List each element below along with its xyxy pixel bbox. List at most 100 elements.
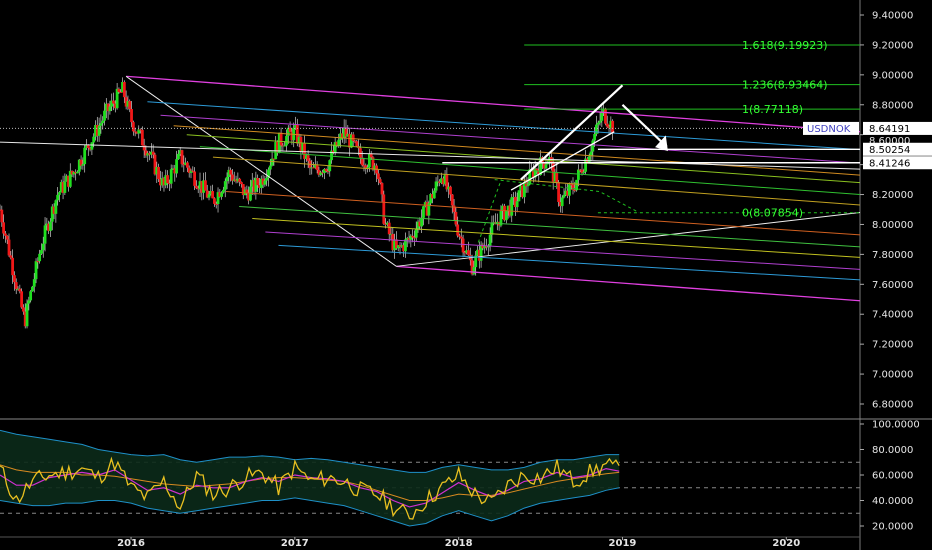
candle-body [326,171,330,173]
candle-body [229,169,233,175]
price-tick-label: 7.20000 [872,340,913,351]
candle-body [207,194,211,198]
x-tick-label: 2018 [445,538,473,549]
candle-body [83,147,87,165]
candle-body [377,173,380,180]
candle-body [81,164,85,166]
price-tick-label: 6.80000 [872,400,913,411]
candle-body [315,165,319,170]
candle-body [358,148,362,158]
osc-tick-label: 100.0000 [872,420,920,431]
fib-connector [494,179,640,213]
fib-level-label: 1(8.77118) [742,103,803,116]
candle-body [157,166,160,180]
candle-body [34,261,38,280]
candle-body [591,140,595,152]
candle-body [458,235,461,237]
candle-body [555,172,559,183]
price-tick-label: 7.40000 [872,310,913,321]
osc-tick-label: 80.0000 [872,445,913,456]
candle-body [18,288,22,292]
candle-body [256,177,260,186]
candle-body [268,165,272,170]
candle-body [387,222,391,235]
candle-body [41,243,45,251]
candle-body [265,178,269,181]
candle-body [324,168,328,172]
candle-body [2,222,6,234]
price-tick-label: 8.00000 [872,220,913,231]
candle-body [380,183,384,195]
candle-body [220,192,224,197]
candle-body [449,186,452,195]
pitchfork-lower-line [396,265,861,302]
candle-body [238,178,242,183]
candle-body [97,125,101,136]
candle-body [63,181,67,193]
candle-body [211,191,215,199]
candle-body [434,181,438,191]
candle-body [562,194,566,198]
candle-body [306,155,310,161]
candle-body [225,177,229,182]
candle-body [240,182,243,185]
candle-body [213,198,216,204]
candle-body [605,123,609,127]
candle-body [7,239,11,256]
candle-body [180,150,184,165]
candle-body [0,209,4,223]
candle-body [185,162,189,168]
candle-body [355,141,359,147]
candle-body [117,88,121,93]
channel-line [160,114,861,164]
candle-body [283,145,287,147]
candle-body [593,134,597,141]
candle-body [32,279,36,287]
candle-body [575,179,579,191]
candle-body [422,206,425,218]
fib-level-label: 1.618(9.19923) [742,39,828,52]
candle-body [40,250,43,254]
fib-level-label: 1.236(8.93464) [742,79,828,92]
candle-body [101,120,105,124]
channel-line [265,231,861,270]
candle-body [515,201,519,208]
candle-body [535,168,539,171]
candle-body [568,184,571,196]
candle-body [467,250,470,256]
x-tick-label: 2019 [609,538,637,549]
candle-body [382,194,386,224]
candle-body [90,142,94,150]
long-trendline [0,141,861,170]
candle-body [130,109,133,123]
candle-body [99,123,103,126]
candle-body [222,189,225,193]
candle-body [279,132,283,146]
price-tick-label: 7.00000 [872,370,913,381]
price-tag-label: 8.64191 [869,124,910,135]
price-tag-label: 8.50254 [869,145,910,156]
candle-body [544,164,548,169]
candle-body [204,180,207,191]
forecast-arrow-shaft [621,103,668,148]
candle-body [517,190,521,202]
candle-body [557,182,560,203]
candle-body [195,185,198,189]
candle-body [108,106,112,112]
candle-body [25,303,29,327]
candle-body [13,275,16,283]
candle-body [214,203,218,205]
candle-body [450,194,454,206]
candle-body [49,221,52,231]
candle-body [131,122,135,132]
candle-body [285,135,288,146]
candle-body [4,233,7,236]
chart-canvas[interactable]: 9.400009.200009.000008.800008.600008.400… [0,0,932,550]
candle-body [582,171,586,173]
price-tick-label: 9.40000 [872,11,913,22]
candle-body [432,190,436,199]
candle-body [76,171,79,174]
candle-body [14,282,18,290]
candle-body [38,253,42,262]
candle-body [459,236,463,239]
